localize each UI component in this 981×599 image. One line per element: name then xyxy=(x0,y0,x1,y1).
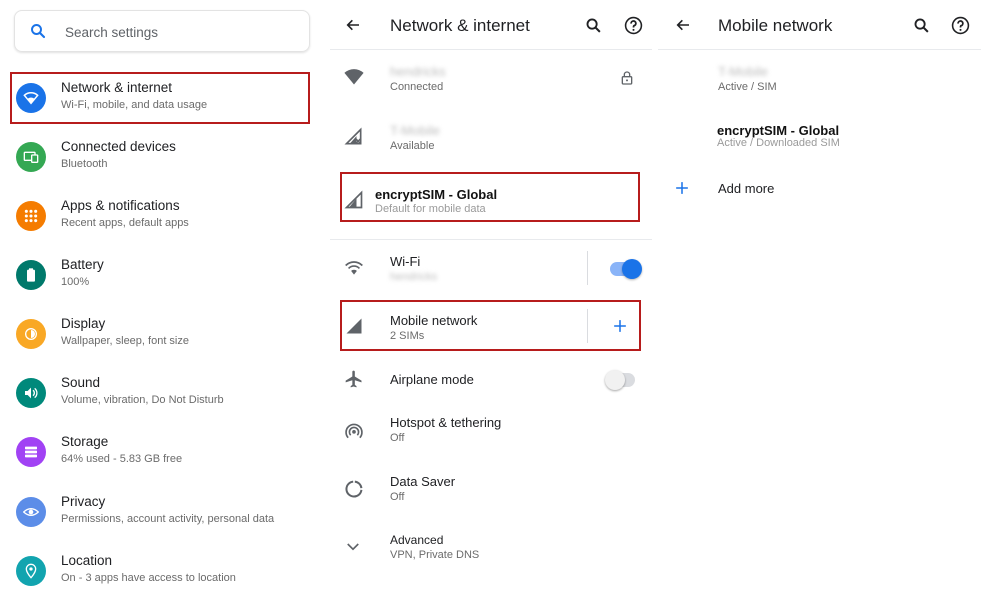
network-header: Network & internet xyxy=(330,0,652,50)
network-panel: Network & internet hendricks Connected T… xyxy=(330,0,652,599)
settings-item-sound[interactable]: Sound Volume, vibration, Do Not Disturb xyxy=(0,365,322,424)
divider xyxy=(587,251,588,285)
data-saver-title: Data Saver xyxy=(390,474,456,489)
settings-item-title: Sound xyxy=(61,375,101,390)
settings-item-title: Apps & notifications xyxy=(61,198,180,213)
sim2-name: encryptSIM - Global xyxy=(717,123,840,138)
settings-item-title: Storage xyxy=(61,434,109,449)
add-more-label: Add more xyxy=(718,181,775,196)
back-arrow-icon[interactable] xyxy=(344,17,362,33)
data-saver-icon xyxy=(345,480,363,498)
page-title: Network & internet xyxy=(390,16,530,35)
wifi-network-name: hendricks xyxy=(390,64,446,79)
highlight-box xyxy=(340,172,640,222)
settings-item-title: Privacy xyxy=(61,494,106,509)
devices-icon xyxy=(16,142,46,172)
hotspot-icon xyxy=(345,423,363,439)
settings-item-subtitle: Permissions, account activity, personal … xyxy=(61,513,275,525)
settings-item-apps[interactable]: Apps & notifications Recent apps, defaul… xyxy=(0,188,322,247)
chevron-down-icon xyxy=(347,543,359,551)
settings-item-title: Connected devices xyxy=(61,139,176,154)
settings-item-display[interactable]: Display Wallpaper, sleep, font size xyxy=(0,306,322,365)
search-icon[interactable] xyxy=(913,17,930,34)
highlight-box xyxy=(340,300,641,351)
privacy-icon xyxy=(16,497,46,527)
settings-item-privacy[interactable]: Privacy Permissions, account activity, p… xyxy=(0,484,322,543)
wifi-toggle[interactable] xyxy=(610,259,642,279)
battery-icon xyxy=(16,260,46,290)
airplane-toggle[interactable] xyxy=(605,370,635,390)
carrier-name: T-Mobile xyxy=(390,123,440,138)
settings-item-subtitle: 64% used - 5.83 GB free xyxy=(61,453,183,465)
apps-icon xyxy=(16,201,46,231)
search-input[interactable] xyxy=(65,21,295,43)
search-bar[interactable] xyxy=(14,10,310,52)
plus-icon xyxy=(676,182,688,194)
airplane-icon xyxy=(345,370,362,388)
airplane-title: Airplane mode xyxy=(390,372,474,387)
display-icon xyxy=(16,319,46,349)
settings-item-subtitle: 100% xyxy=(61,276,90,288)
mobile-header: Mobile network xyxy=(658,0,981,50)
toggle-knob xyxy=(622,259,642,279)
wifi-signal-icon xyxy=(344,69,364,85)
wifi-subtitle: hendricks xyxy=(390,271,438,283)
settings-item-subtitle: Recent apps, default apps xyxy=(61,217,189,229)
settings-item-storage[interactable]: Storage 64% used - 5.83 GB free xyxy=(0,424,322,483)
sim2-status: Active / Downloaded SIM xyxy=(717,137,840,149)
settings-item-title: Display xyxy=(61,316,106,331)
page-title: Mobile network xyxy=(718,16,833,35)
sound-icon xyxy=(16,378,46,408)
search-icon[interactable] xyxy=(585,17,602,34)
help-icon[interactable] xyxy=(624,16,643,35)
sim1-status: Active / SIM xyxy=(718,81,777,93)
settings-item-location[interactable]: Location On - 3 apps have access to loca… xyxy=(0,543,322,599)
lock-icon xyxy=(621,71,633,85)
search-icon xyxy=(31,24,46,39)
settings-item-title: Battery xyxy=(61,257,104,272)
settings-panel: Network & internet Wi-Fi, mobile, and da… xyxy=(0,0,322,599)
settings-item-subtitle: Volume, vibration, Do Not Disturb xyxy=(61,394,224,406)
divider xyxy=(330,239,652,240)
hotspot-title: Hotspot & tethering xyxy=(390,415,502,430)
toggle-knob xyxy=(605,370,625,390)
highlight-box xyxy=(10,72,310,124)
settings-item-title: Location xyxy=(61,553,113,568)
cell-signal-x-icon xyxy=(344,127,362,145)
location-icon xyxy=(16,556,46,586)
settings-item-subtitle: Wallpaper, sleep, font size xyxy=(61,335,189,347)
advanced-title: Advanced xyxy=(390,533,444,547)
wifi-network-status: Connected xyxy=(390,81,444,93)
settings-item-subtitle: Bluetooth xyxy=(61,158,108,170)
wifi-title: Wi-Fi xyxy=(390,254,421,269)
settings-item-battery[interactable]: Battery 100% xyxy=(0,247,322,306)
advanced-subtitle: VPN, Private DNS xyxy=(390,549,480,561)
settings-item-connected-devices[interactable]: Connected devices Bluetooth xyxy=(0,129,322,188)
data-saver-subtitle: Off xyxy=(390,491,405,503)
help-icon[interactable] xyxy=(951,16,970,35)
back-arrow-icon[interactable] xyxy=(674,17,692,33)
sim1-name: T-Mobile xyxy=(718,64,768,79)
mobile-network-panel: Mobile network T-Mobile Active / SIM enc… xyxy=(658,0,981,599)
storage-icon xyxy=(16,437,46,467)
hotspot-subtitle: Off xyxy=(390,432,405,444)
wifi-icon xyxy=(345,261,363,275)
settings-item-subtitle: On - 3 apps have access to location xyxy=(61,572,236,584)
carrier-status: Available xyxy=(390,140,435,152)
